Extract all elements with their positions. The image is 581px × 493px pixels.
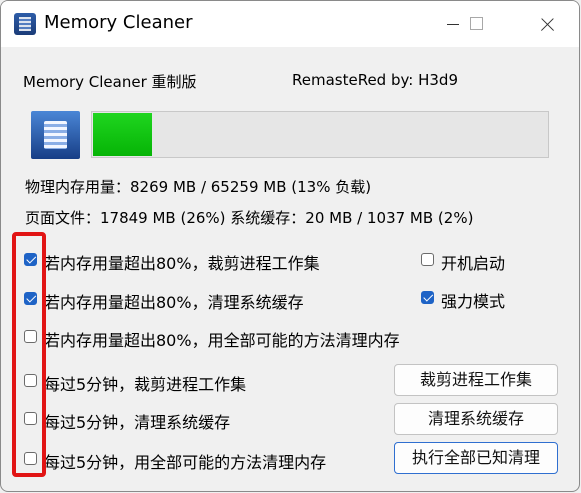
- close-button[interactable]: [523, 1, 569, 47]
- option-label: 若内存用量超出80%，用全部可能的方法清理内存: [44, 331, 400, 350]
- memory-chip-icon: [31, 111, 80, 159]
- trim-working-set-button[interactable]: 裁剪进程工作集: [394, 364, 558, 396]
- checkbox[interactable]: [421, 253, 434, 266]
- app-subtitle: Memory Cleaner 重制版: [23, 73, 197, 91]
- maximize-button[interactable]: [453, 1, 499, 47]
- physical-memory-stats: 物理内存用量：8269 MB / 65259 MB (13% 负载): [25, 178, 372, 196]
- window-title: Memory Cleaner: [44, 12, 193, 33]
- option-label: 若内存用量超出80%，清理系统缓存: [44, 293, 304, 312]
- pagefile-cache-stats: 页面文件：17849 MB (26%) 系统缓存：20 MB / 1037 MB…: [25, 209, 474, 227]
- clean-system-cache-button[interactable]: 清理系统缓存: [394, 403, 558, 435]
- option-label: 每过5分钟，用全部可能的方法清理内存: [44, 453, 327, 472]
- option-label: 开机启动: [441, 254, 506, 273]
- memory-chip-app-icon: [14, 13, 36, 35]
- option-label: 每过5分钟，裁剪进程工作集: [44, 375, 247, 394]
- app-window: Memory Cleaner Memory Cleaner 重制版 Remast…: [0, 0, 580, 492]
- author-credit: RemasteRed by: H3d9: [292, 71, 458, 89]
- option-label: 强力模式: [441, 292, 506, 311]
- title-bar: Memory Cleaner: [1, 1, 579, 47]
- memory-usage-fill: [93, 113, 152, 156]
- clean-all-button[interactable]: 执行全部已知清理: [394, 442, 558, 474]
- checkbox-highlight-box: [12, 232, 46, 477]
- memory-usage-bar: [91, 111, 549, 158]
- checkbox[interactable]: [421, 291, 434, 304]
- option-label: 若内存用量超出80%，裁剪进程工作集: [44, 254, 320, 273]
- option-label: 每过5分钟，清理系统缓存: [44, 413, 231, 432]
